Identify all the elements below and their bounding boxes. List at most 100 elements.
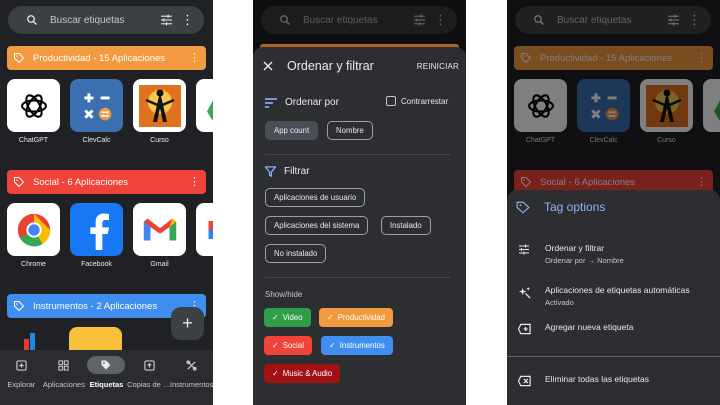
nav-etiquetas[interactable]: Etiquetas — [85, 356, 127, 405]
app-label: Curso — [150, 137, 169, 144]
sheet-header: Ordenar y filtrar REINICIAR — [263, 59, 459, 73]
divider — [507, 356, 720, 357]
tag-icon — [13, 176, 25, 188]
nav-label: Copias de seguridad — [127, 380, 171, 389]
more-vert-icon[interactable]: ⋮ — [181, 12, 194, 28]
more-vert-icon[interactable]: ⋮ — [189, 176, 200, 188]
reverse-checkbox[interactable]: Contrarrestar — [386, 96, 448, 106]
meet-icon — [196, 203, 213, 256]
tag-chip-productividad[interactable]: ✓ Productividad — [319, 308, 393, 327]
tag-chip-video[interactable]: ✓ Video — [264, 308, 311, 327]
filter-section: Filtrar — [265, 166, 310, 177]
nav-copias[interactable]: Copias de seguridad — [127, 356, 171, 405]
option-auto-tag[interactable]: Aplicaciones de etiquetas automáticas Ac… — [517, 285, 690, 307]
tag-icon — [13, 300, 25, 312]
screenshot-stage: Buscar etiquetas ⋮ Productividad - 15 Ap… — [0, 0, 720, 405]
gmail-icon — [133, 203, 186, 256]
tag-options-sheet: Tag options Ordenar y filtrar Ordenar po… — [507, 190, 720, 405]
filter-chip-not-installed[interactable]: No instalado — [265, 244, 327, 263]
clear-tags-icon — [517, 375, 531, 387]
app-chrome[interactable]: Chrome — [7, 203, 60, 268]
reset-button[interactable]: REINICIAR — [417, 62, 459, 71]
bottom-navigation: Explorar Aplicaciones Etiquetas Copias d… — [0, 350, 213, 405]
tag-icon — [13, 52, 25, 64]
sheet-title: Ordenar y filtrar — [287, 59, 374, 73]
add-tag-fab[interactable]: + — [171, 307, 204, 340]
add-tag-icon — [517, 323, 531, 335]
filter-chip-installed[interactable]: Instalado — [381, 216, 431, 235]
category-header-productividad[interactable]: Productividad - 15 Aplicaciones ⋮ — [7, 46, 206, 70]
tag-chip-label: Productividad — [337, 313, 385, 322]
nav-aplicaciones[interactable]: Aplicaciones — [43, 356, 85, 405]
backup-icon — [143, 359, 155, 371]
chatgpt-icon — [7, 79, 60, 132]
more-vert-icon[interactable]: ⋮ — [189, 52, 200, 64]
app-label: ChatGPT — [18, 137, 49, 144]
filter-heading: Filtrar — [284, 166, 310, 177]
app-gmail[interactable]: Gmail — [133, 203, 186, 268]
tag-chip-label: Video — [282, 313, 303, 322]
option-subtitle: Activado — [545, 298, 574, 307]
explore-icon — [16, 359, 27, 371]
check-icon: ✓ — [272, 341, 279, 350]
close-icon[interactable] — [263, 61, 273, 71]
nav-instrumentos[interactable]: Instrumentos — [170, 356, 213, 405]
category-header-social[interactable]: Social - 6 Aplicaciones ⋮ — [7, 170, 206, 194]
nav-label: Instrumentos — [170, 380, 213, 389]
calculator-icon — [70, 79, 123, 132]
auto-tag-icon — [517, 286, 531, 299]
sort-chip-nombre[interactable]: Nombre — [327, 121, 373, 140]
tags-screen: Buscar etiquetas ⋮ Productividad - 15 Ap… — [0, 0, 213, 405]
option-title: Aplicaciones de etiquetas automáticas — [545, 285, 690, 295]
app-label: Facebook — [81, 261, 112, 268]
tag-chip-music-audio[interactable]: ✓ Music & Audio — [264, 364, 341, 383]
category-label: Social - 6 Aplicaciones — [33, 176, 129, 188]
tag-options-screen: Buscar etiquetas ⋮ Productividad - 15 Ap… — [507, 0, 720, 405]
app-label: Gmail — [150, 261, 169, 268]
option-subtitle: Ordenar por → Nombre — [545, 256, 624, 265]
checkbox-box — [386, 96, 396, 106]
app-facebook[interactable]: Facebook — [70, 203, 123, 268]
sort-filter-icon — [517, 244, 531, 255]
sheet-title: Tag options — [544, 200, 606, 214]
sort-heading: Ordenar por — [285, 97, 339, 108]
filter-chip-user-apps[interactable]: Aplicaciones de usuario — [265, 188, 366, 207]
check-icon: ✓ — [327, 313, 334, 322]
option-title: Eliminar todas las etiquetas — [545, 374, 649, 384]
nav-label: Explorar — [7, 380, 36, 389]
filter-icon — [265, 166, 276, 177]
sheet-header: Tag options — [516, 200, 605, 214]
app-curso[interactable]: Curso — [133, 79, 186, 144]
tag-chip-instrumentos[interactable]: ✓ Instrumentos — [321, 336, 393, 355]
option-sort-filter[interactable]: Ordenar y filtrar Ordenar por → Nombre — [517, 243, 624, 265]
search-placeholder: Buscar etiquetas — [50, 14, 125, 26]
option-clear-tags[interactable]: Eliminar todas las etiquetas — [517, 374, 649, 387]
category-label: Instrumentos - 2 Aplicaciones — [33, 300, 158, 312]
app-row-productividad: ChatGPT ClevCalc Curso D — [7, 79, 213, 144]
curso-icon — [133, 79, 186, 132]
app-chatgpt[interactable]: ChatGPT — [7, 79, 60, 144]
app-tile-partial-yellow[interactable] — [69, 327, 122, 352]
app-tile-partial-left[interactable] — [22, 333, 38, 351]
app-row-social: Chrome Facebook Gmail M — [7, 203, 213, 268]
divider — [265, 154, 450, 155]
app-partial-icon — [24, 333, 35, 351]
divider — [265, 277, 450, 278]
tune-icon[interactable] — [160, 14, 173, 26]
app-meet[interactable]: M — [196, 203, 213, 268]
check-icon: ✓ — [272, 369, 279, 378]
tag-chip-label: Music & Audio — [282, 369, 333, 378]
sort-filter-sheet: Ordenar y filtrar REINICIAR Ordenar por … — [253, 47, 466, 405]
sort-filter-screen: Buscar etiquetas ⋮ Ordenar y filtrar REI… — [253, 0, 466, 405]
app-drive[interactable]: D — [196, 79, 213, 144]
plus-icon: + — [182, 313, 193, 333]
nav-explorar[interactable]: Explorar — [0, 356, 42, 405]
sort-chip-app-count[interactable]: App count — [265, 121, 319, 140]
filter-chip-system-apps[interactable]: Aplicaciones del sistema — [265, 216, 369, 235]
show-hide-heading: Show/hide — [265, 290, 303, 299]
option-add-tag[interactable]: Agregar nueva etiqueta — [517, 322, 633, 335]
tag-chip-social[interactable]: ✓ Social — [264, 336, 312, 355]
app-clevcalc[interactable]: ClevCalc — [70, 79, 123, 144]
nav-label: Aplicaciones — [42, 380, 85, 389]
search-bar[interactable]: Buscar etiquetas ⋮ — [8, 6, 204, 34]
